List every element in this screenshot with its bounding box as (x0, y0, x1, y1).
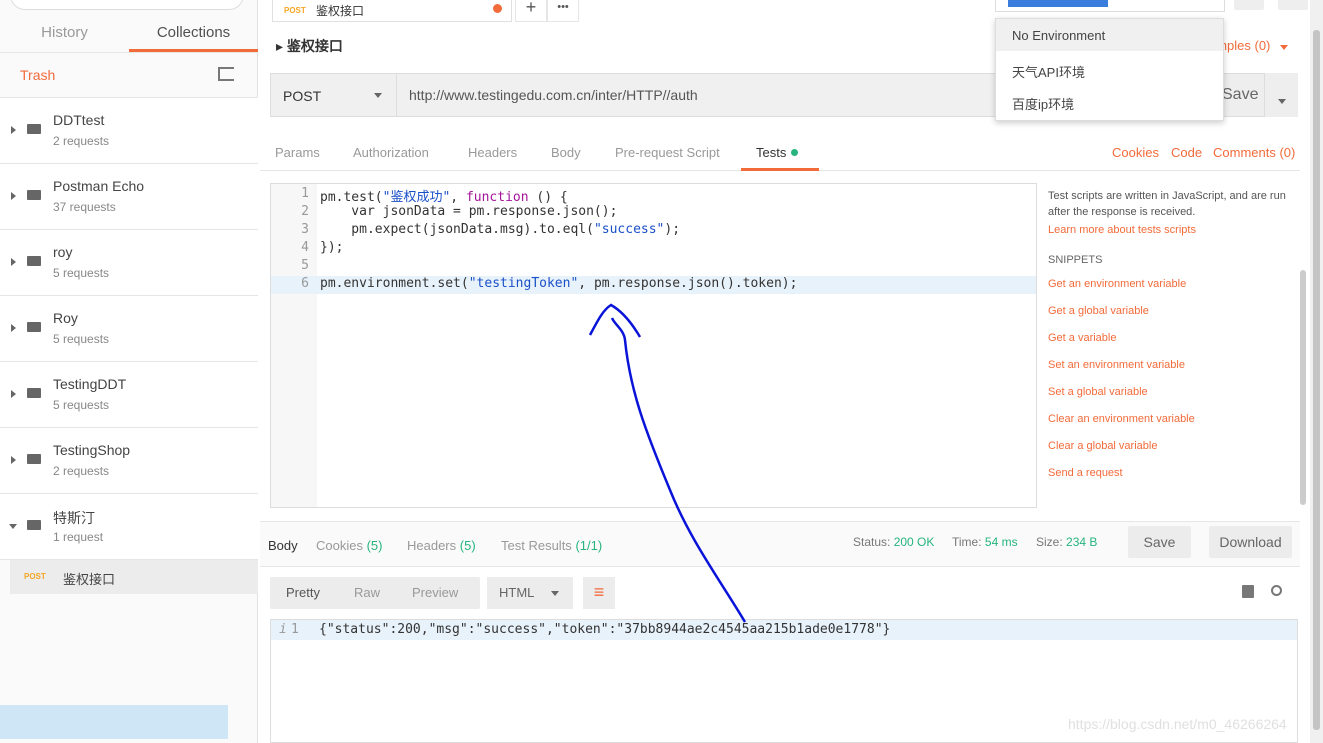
hand-drawn-arrow-annotation (588, 303, 747, 623)
watermark: https://blog.csdn.net/m0_46266264 (1068, 716, 1287, 732)
